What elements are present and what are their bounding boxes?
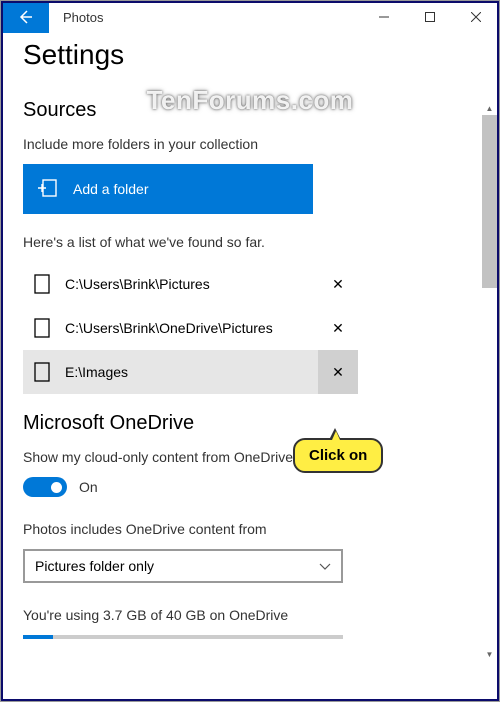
scroll-down-icon[interactable]: ▼: [482, 647, 497, 661]
scrollbar[interactable]: ▲ ▼: [482, 101, 497, 661]
add-folder-label: Add a folder: [73, 181, 149, 197]
onedrive-toggle[interactable]: [23, 477, 67, 497]
usage-text: You're using 3.7 GB of 40 GB on OneDrive: [23, 607, 477, 623]
toggle-state-label: On: [79, 479, 98, 495]
scroll-thumb[interactable]: [482, 115, 497, 288]
folder-row[interactable]: E:\Images ✕: [23, 350, 358, 394]
include-folders-text: Include more folders in your collection: [23, 136, 477, 152]
storage-usage: You're using 3.7 GB of 40 GB on OneDrive: [23, 607, 477, 639]
folder-path: E:\Images: [61, 364, 318, 380]
folder-list-text: Here's a list of what we've found so far…: [23, 234, 477, 250]
folder-row[interactable]: C:\Users\Brink\OneDrive\Pictures ✕: [23, 306, 358, 350]
content-area: Sources Include more folders in your col…: [1, 99, 499, 659]
folder-icon: [23, 318, 61, 338]
toggle-knob: [51, 482, 62, 493]
chevron-down-icon: [319, 558, 331, 574]
folder-icon: [23, 274, 61, 294]
remove-folder-button[interactable]: ✕: [318, 306, 358, 350]
onedrive-heading: Microsoft OneDrive: [23, 412, 477, 435]
onedrive-includes-text: Photos includes OneDrive content from: [23, 521, 477, 537]
usage-progress-bar: [23, 635, 343, 639]
onedrive-show-text: Show my cloud-only content from OneDrive: [23, 449, 477, 465]
page-title: Settings: [1, 33, 499, 87]
close-button[interactable]: [453, 1, 499, 33]
remove-folder-button[interactable]: ✕: [318, 262, 358, 306]
folder-path: C:\Users\Brink\OneDrive\Pictures: [61, 320, 318, 336]
minimize-button[interactable]: [361, 1, 407, 33]
onedrive-content-dropdown[interactable]: Pictures folder only: [23, 549, 343, 583]
maximize-button[interactable]: [407, 1, 453, 33]
window-controls: [361, 1, 499, 33]
folder-icon: [23, 362, 61, 382]
usage-progress-fill: [23, 635, 53, 639]
sources-heading: Sources: [23, 99, 477, 122]
scroll-up-icon[interactable]: ▲: [482, 101, 497, 115]
dropdown-value: Pictures folder only: [35, 558, 154, 574]
add-folder-icon: [37, 177, 59, 202]
titlebar: Photos: [1, 1, 499, 33]
app-title: Photos: [49, 10, 361, 25]
arrow-left-icon: [16, 8, 34, 26]
back-button[interactable]: [1, 1, 49, 33]
add-folder-button[interactable]: Add a folder: [23, 164, 313, 214]
folder-list: C:\Users\Brink\Pictures ✕ C:\Users\Brink…: [23, 262, 477, 394]
remove-folder-button[interactable]: ✕: [318, 350, 358, 394]
folder-row[interactable]: C:\Users\Brink\Pictures ✕: [23, 262, 358, 306]
callout-annotation: Click on: [293, 438, 383, 473]
folder-path: C:\Users\Brink\Pictures: [61, 276, 318, 292]
toggle-row: On: [23, 477, 477, 497]
